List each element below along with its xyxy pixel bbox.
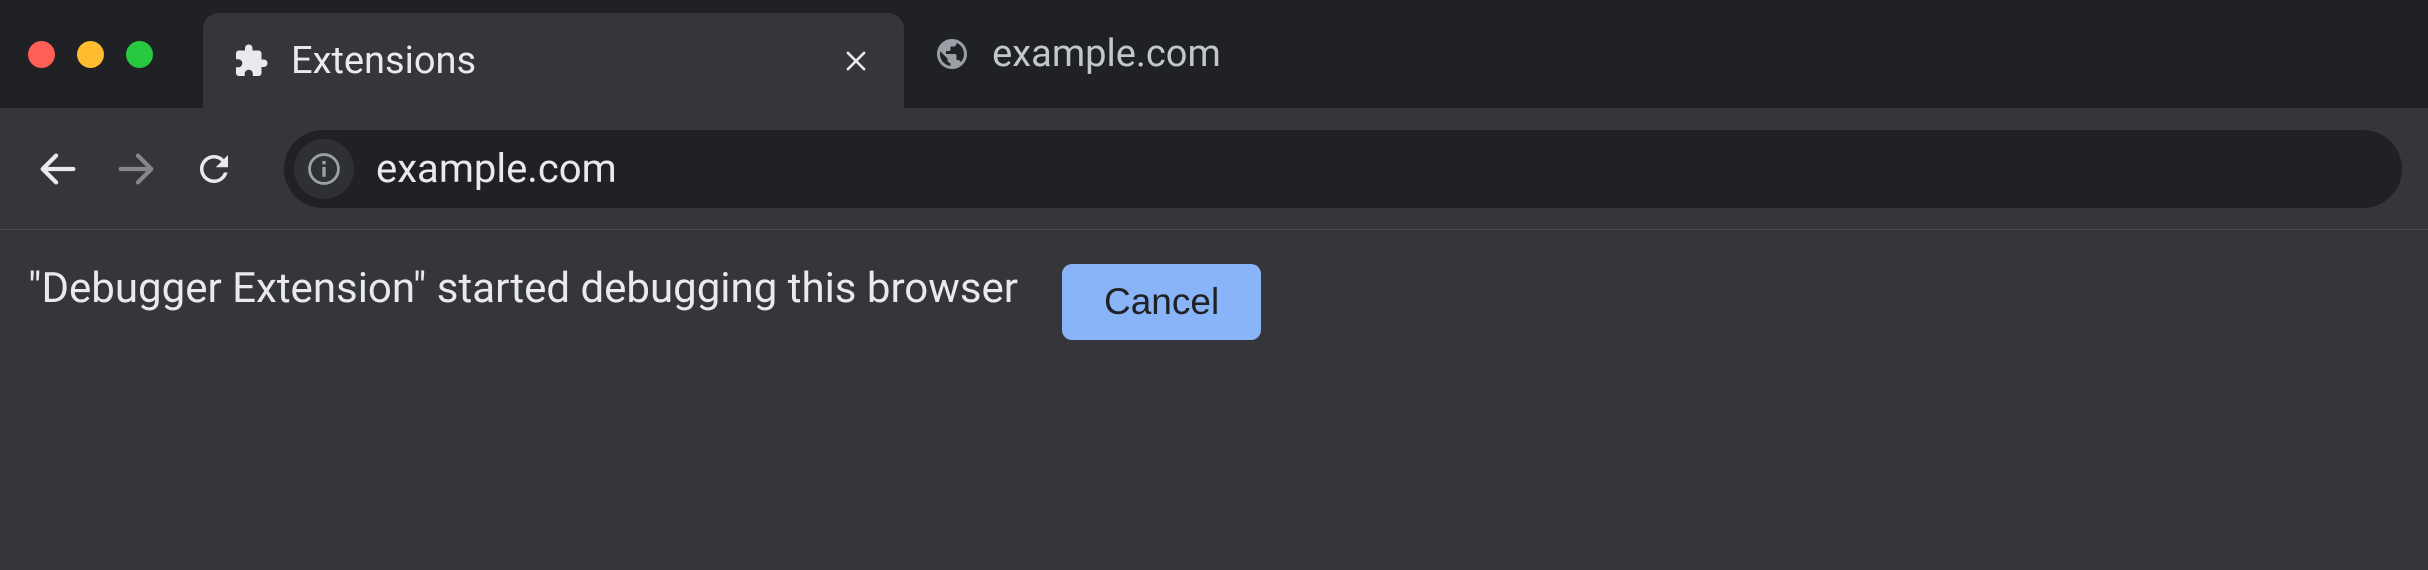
info-icon [307,152,341,186]
cancel-button[interactable]: Cancel [1062,264,1261,340]
tab-strip: Extensions example.com [0,0,2428,108]
tab-extensions[interactable]: Extensions [203,13,904,108]
tab-title: Extensions [291,39,476,83]
tab-example[interactable]: example.com [904,14,1251,94]
close-tab-button[interactable] [838,43,874,79]
window-maximize-button[interactable] [126,41,153,68]
toolbar: example.com [0,108,2428,230]
tab-title: example.com [992,32,1221,76]
arrow-left-icon [35,146,81,192]
window-close-button[interactable] [28,41,55,68]
reload-icon [193,148,235,190]
arrow-right-icon [113,146,159,192]
forward-button[interactable] [104,137,168,201]
site-info-button[interactable] [294,139,354,199]
back-button[interactable] [26,137,90,201]
window-controls [28,41,153,68]
globe-icon [934,36,970,72]
infobar-message: "Debugger Extension" started debugging t… [28,264,1018,313]
debugger-infobar: "Debugger Extension" started debugging t… [0,230,2428,570]
address-bar[interactable]: example.com [284,130,2402,208]
url-text: example.com [376,145,617,192]
window-minimize-button[interactable] [77,41,104,68]
extension-icon [233,43,269,79]
close-icon [842,47,870,75]
reload-button[interactable] [182,137,246,201]
